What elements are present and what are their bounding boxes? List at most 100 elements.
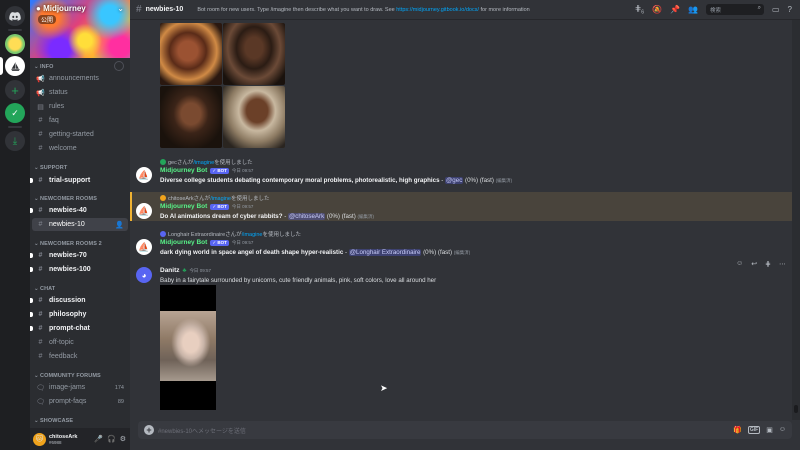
add-member-icon[interactable]: 👤 [115,221,124,229]
reply-command[interactable]: /imagine [210,196,231,202]
channel-prompt-chat[interactable]: # prompt-chat [30,322,128,335]
channel-getting-started[interactable]: # getting-started [32,128,128,141]
generated-image-1[interactable] [160,23,222,85]
user-panel: 🐱 chitoseArk #6988 🎤 🎧 ⚙ [30,428,130,450]
category-community-forums[interactable]: ⌄COMMUNITY FORUMS [34,373,101,379]
explore-servers-icon[interactable]: ✓ [5,103,25,123]
reply-context[interactable]: Longhair Extraordinaireさんが/imagineを使用しまし… [160,230,301,238]
message-content: Do AI animations dream of cyber rabbits?… [160,213,374,220]
generated-image-3[interactable] [160,86,222,148]
channel-off-topic[interactable]: # off-topic [32,336,128,349]
user-mention[interactable]: @Longhair Extraordinaire [348,249,422,256]
channel-newbies-70[interactable]: # newbies-70 [30,249,128,262]
category-support[interactable]: ⌄SUPPORT [34,165,67,171]
reply-command[interactable]: /imagine [242,232,263,238]
channel-label: prompt-faqs [49,398,87,405]
author-name[interactable]: Danitz [160,267,180,274]
bot-avatar[interactable]: ⛵ [136,167,152,183]
unread-indicator [30,326,33,331]
channel-status[interactable]: 📢 status [32,86,128,99]
help-icon[interactable]: ? [788,5,792,14]
author-name[interactable]: Midjourney Bot [160,167,207,174]
search-icon: ⌕ [757,5,761,12]
sailboat-server-icon[interactable] [5,56,25,76]
user-avatar[interactable]: 🐱 [33,432,46,446]
channel-newbies-100[interactable]: # newbies-100 [30,263,128,276]
forum-image-jams[interactable]: 🗨 image-jams 174 [32,381,128,394]
scrollbar-thumb[interactable] [794,405,798,413]
server-rail: + ✓ ⤓ [0,0,30,450]
channel-welcome[interactable]: # welcome [32,142,128,155]
channel-discussion[interactable]: # discussion [30,294,128,307]
message-input[interactable]: #newbies-10へメッセージを送信 [158,426,246,435]
server-name[interactable]: ● Midjourney [36,4,86,13]
channel-announcements[interactable]: 📢 announcements [32,72,128,85]
add-reaction-icon[interactable]: ☺ [736,260,743,268]
author-name[interactable]: Midjourney Bot [160,239,207,246]
bell-muted-icon[interactable]: 🔕 [652,5,662,14]
gift-icon[interactable]: 🎁 [733,426,742,434]
attached-image[interactable] [160,285,216,410]
gear-icon[interactable]: ⚙ [120,435,126,443]
hash-icon: # [38,353,43,360]
midjourney-server-avatar[interactable] [5,34,25,54]
category-newcomer-rooms-2[interactable]: ⌄NEWCOMER ROOMS 2 [34,241,102,247]
megaphone-icon: 📢 [36,75,45,83]
unread-indicator [30,298,33,303]
user-mention[interactable]: @gec [445,177,464,184]
author-name[interactable]: Midjourney Bot [160,203,207,210]
user-mention[interactable]: @chitoseArk [288,213,326,220]
sticker-icon[interactable]: ▣ [766,426,773,434]
message-scrollbar[interactable] [792,20,800,420]
user-avatar-danitz[interactable]: ◕ [136,267,152,283]
channel-newbies-40[interactable]: # newbies-40 [30,204,128,217]
mute-microphone-icon[interactable]: 🎤 [94,435,103,443]
reply-context[interactable]: chitoseArkさんが/imagineを使用しました [160,194,270,202]
message-meta: Danitz ♣ 今日 09:57 [160,267,211,274]
threads-icon[interactable]: ⋕6 [635,4,644,16]
message-composer[interactable]: + #newbies-10へメッセージを送信 🎁 GIF ▣ ☺ [138,421,792,439]
reply-icon[interactable]: ↩ [751,260,757,268]
forum-prompt-faqs[interactable]: 🗨 prompt-faqs 89 [32,395,128,408]
channel-label: newbies-100 [49,266,91,273]
user-info[interactable]: chitoseArk #6988 [49,434,77,445]
gif-button[interactable]: GIF [747,426,761,434]
rail-separator [8,126,22,128]
member-list-icon[interactable]: 👥 [688,5,698,14]
progress-status: (0%) (fast) [326,213,356,220]
emoji-icon[interactable]: ☺ [779,426,786,434]
bot-avatar[interactable]: ⛵ [136,239,152,255]
channel-topic[interactable]: Bot room for new users. Type /imagine th… [197,7,529,13]
category-showcase[interactable]: ⌄SHOWCASE [34,418,73,424]
reply-command[interactable]: /imagine [193,160,214,166]
inbox-icon[interactable]: ▭ [772,5,780,14]
channel-faq[interactable]: # faq [32,114,128,127]
bot-avatar[interactable]: ⛵ [136,203,152,219]
upload-plus-icon[interactable]: + [144,425,154,435]
category-newcomer-rooms[interactable]: ⌄NEWCOMER ROOMS [34,196,97,202]
channel-newbies-10[interactable]: # newbies-10 👤 [32,218,128,231]
generated-image-2[interactable] [223,23,285,85]
channel-feedback[interactable]: # feedback [32,350,128,363]
topic-link[interactable]: https://midjourney.gitbook.io/docs/ [396,7,479,13]
server-banner[interactable]: ● Midjourney 公開 ⌄ [30,0,130,58]
mouse-cursor-icon: ➤ [380,383,388,393]
chevron-down-icon[interactable]: ⌄ [117,4,124,13]
category-chat[interactable]: ⌄CHAT [34,286,55,292]
channel-philosophy[interactable]: # philosophy [30,308,128,321]
download-apps-icon[interactable]: ⤓ [5,131,25,151]
discord-home-icon[interactable] [5,6,25,26]
category-info[interactable]: ⌄INFO [34,64,54,70]
reply-avatar [160,159,166,165]
channel-trial-support[interactable]: # trial-support [30,174,128,187]
channel-rules[interactable]: ▤ rules [32,100,128,113]
add-server-icon[interactable]: + [5,80,25,100]
headphones-icon[interactable]: 🎧 [107,435,116,443]
more-icon[interactable]: ⋯ [779,260,786,268]
reply-context[interactable]: gecさんが/imagineを使用しました [160,158,253,166]
pin-icon[interactable]: 📌 [670,5,680,14]
search-input[interactable]: 検索 ⌕ [705,4,764,16]
apps-icon[interactable]: ⋕ [765,260,771,268]
unread-indicator [30,267,33,272]
generated-image-4[interactable] [223,86,285,148]
